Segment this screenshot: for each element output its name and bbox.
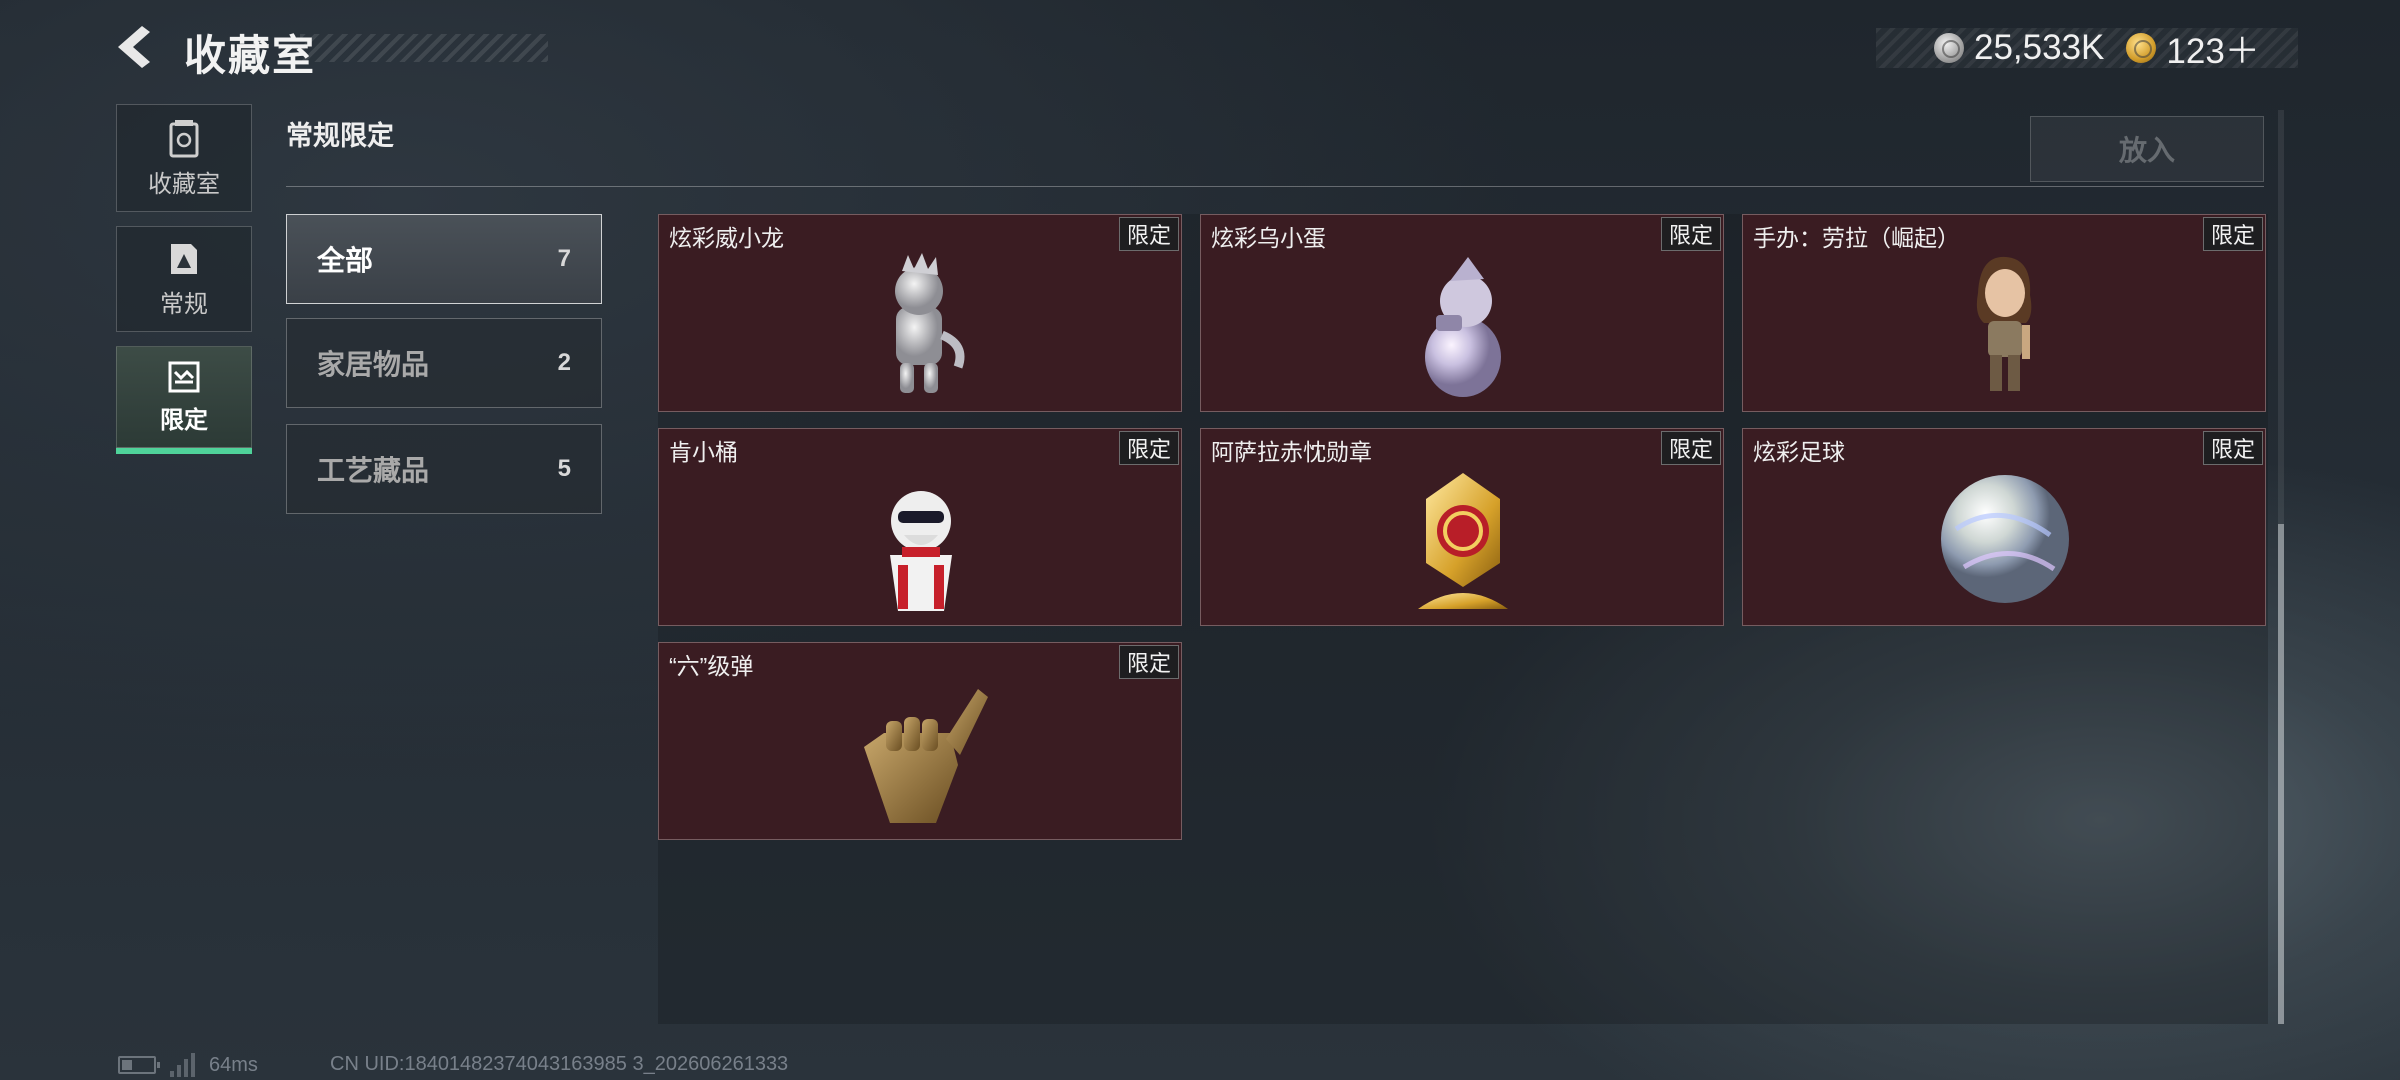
nav-tab-label: 限定 bbox=[160, 406, 208, 434]
nav-tab-label: 收藏室 bbox=[148, 170, 220, 198]
nav-tab-label: 常规 bbox=[160, 290, 208, 318]
battery-icon bbox=[118, 1056, 160, 1074]
category-name: 全部 bbox=[317, 245, 374, 276]
category-name: 家居物品 bbox=[317, 349, 430, 380]
section-title: 常规限定 bbox=[286, 121, 394, 151]
title-decoration bbox=[300, 34, 548, 62]
dragon-figure-icon bbox=[895, 253, 965, 393]
gold-currency-amount[interactable]: 123＋ bbox=[2166, 23, 2259, 74]
limited-badge: 限定 bbox=[1661, 431, 1721, 465]
item-name: 肯小桶 bbox=[669, 439, 738, 465]
nav-tab-collection-room[interactable]: 收藏室 bbox=[116, 104, 252, 212]
active-tab-indicator bbox=[116, 448, 252, 454]
item-name: 手办：劳拉（崛起） bbox=[1753, 225, 1960, 251]
status-bar: 64ms bbox=[118, 1053, 258, 1077]
iridescent-ball-icon bbox=[1941, 475, 2069, 603]
nav-tab-regular[interactable]: 常规 bbox=[116, 226, 252, 332]
item-card[interactable]: 肯小桶 限定 bbox=[658, 428, 1182, 626]
lara-figure-icon bbox=[1976, 256, 2032, 391]
limited-badge: 限定 bbox=[1119, 431, 1179, 465]
category-count: 5 bbox=[557, 455, 571, 482]
item-name: 阿萨拉赤忱勋章 bbox=[1211, 439, 1372, 465]
six-hand-sign-icon bbox=[864, 689, 988, 823]
item-card[interactable]: “六”级弹 限定 bbox=[658, 642, 1182, 840]
item-card[interactable]: 炫彩威小龙 限定 bbox=[658, 214, 1182, 412]
category-home-items[interactable]: 家居物品 2 bbox=[286, 318, 602, 408]
currency-bar: 25,533K 123＋ bbox=[1876, 28, 2298, 71]
limited-badge: 限定 bbox=[1119, 217, 1179, 251]
collection-room-icon bbox=[169, 119, 199, 157]
item-card[interactable]: 炫彩足球 限定 bbox=[1742, 428, 2266, 626]
item-card[interactable]: 阿萨拉赤忱勋章 限定 bbox=[1200, 428, 1724, 626]
limited-badge: 限定 bbox=[2203, 431, 2263, 465]
item-name: 炫彩足球 bbox=[1753, 439, 1845, 465]
nav-tab-limited[interactable]: 限定 bbox=[116, 346, 252, 448]
category-name: 工艺藏品 bbox=[317, 455, 430, 486]
back-button[interactable] bbox=[112, 22, 162, 72]
limited-badge: 限定 bbox=[2203, 217, 2263, 251]
back-arrow-icon bbox=[118, 26, 150, 68]
egg-figure-icon bbox=[1425, 257, 1501, 397]
section-divider bbox=[286, 186, 2264, 187]
item-name: 炫彩乌小蛋 bbox=[1211, 225, 1326, 251]
regular-icon bbox=[171, 243, 197, 274]
medal-icon bbox=[1418, 473, 1508, 609]
page-title: 收藏室 bbox=[184, 32, 317, 79]
limited-icon bbox=[168, 361, 200, 392]
item-card[interactable]: 手办：劳拉（崛起） 限定 bbox=[1742, 214, 2266, 412]
scrollbar-thumb[interactable] bbox=[2278, 524, 2284, 1024]
silver-coin-icon bbox=[1934, 33, 1964, 63]
category-count: 7 bbox=[557, 245, 571, 272]
item-card[interactable]: 炫彩乌小蛋 限定 bbox=[1200, 214, 1724, 412]
category-all[interactable]: 全部 7 bbox=[286, 214, 602, 304]
put-in-button[interactable]: 放入 bbox=[2030, 116, 2264, 182]
silver-currency-amount: 25,533K bbox=[1974, 28, 2105, 67]
gold-coin-icon bbox=[2126, 33, 2157, 63]
item-name: “六”级弹 bbox=[669, 653, 754, 679]
item-name: 炫彩威小龙 bbox=[669, 225, 784, 251]
ping-text: 64ms bbox=[209, 1053, 258, 1076]
kfc-bucket-figure-icon bbox=[890, 491, 952, 611]
category-crafts[interactable]: 工艺藏品 5 bbox=[286, 424, 602, 514]
uid-text: CN UID:18401482374043163985 3_2026062613… bbox=[330, 1053, 789, 1075]
limited-badge: 限定 bbox=[1661, 217, 1721, 251]
signal-icon bbox=[170, 1053, 195, 1077]
limited-badge: 限定 bbox=[1119, 645, 1179, 679]
category-count: 2 bbox=[557, 349, 571, 376]
